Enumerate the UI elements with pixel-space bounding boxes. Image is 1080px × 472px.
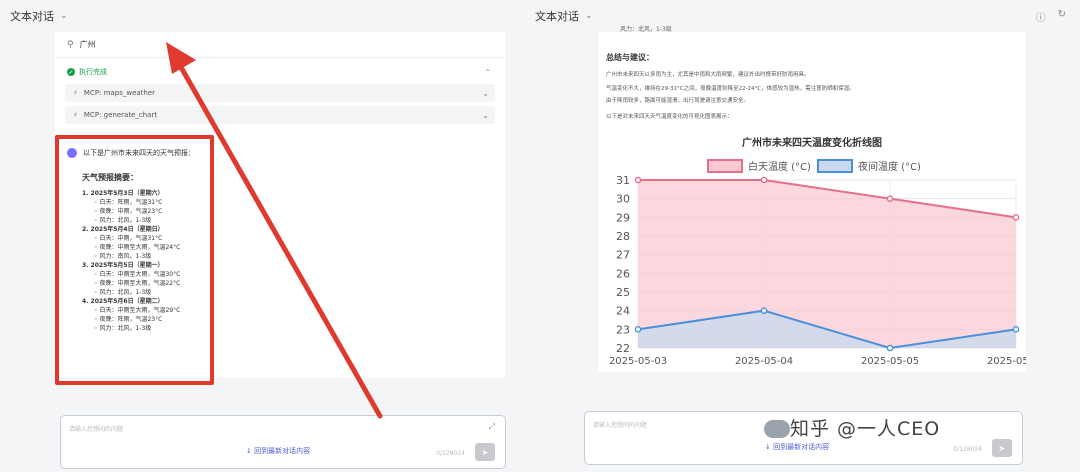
y-tick-label: 22	[616, 342, 630, 355]
tool-icon: ⚡	[73, 111, 78, 119]
check-circle-icon: ✓	[67, 68, 75, 76]
summary-paragraph: 广州市未来四天以多雨为主，尤其是中雨和大雨频繁，建议外出时携带好防雨用具。	[606, 72, 810, 78]
y-tick-label: 23	[616, 323, 630, 336]
y-tick-label: 28	[616, 230, 630, 243]
user-message-row: ⚲ 广州	[55, 32, 505, 58]
user-message: 广州	[79, 40, 96, 49]
y-tick-label: 24	[616, 305, 630, 318]
data-point	[1012, 326, 1020, 333]
refresh-icon[interactable]: ↻	[1058, 9, 1066, 24]
chevron-down-icon[interactable]: ⌄	[60, 11, 68, 21]
chevron-down-icon[interactable]: ⌄	[585, 11, 593, 21]
y-tick-label: 26	[616, 267, 630, 280]
data-point	[634, 176, 642, 184]
watermark: 知乎 @一人CEO	[790, 418, 941, 440]
legend-swatch	[817, 159, 853, 173]
send-icon[interactable]: ➤	[992, 439, 1012, 457]
right-topbar: 文本对话 ⌄ ⓘ ↻	[525, 0, 1080, 32]
data-point	[886, 195, 894, 202]
left-topbar: 文本对话 ⌄	[0, 0, 520, 32]
legend-swatch	[707, 159, 743, 173]
back-to-latest-button[interactable]: ↓ 回到最新对话内容	[246, 446, 310, 456]
chart-title: 广州市未来四天温度变化折线图	[742, 138, 882, 149]
execution-block: ✓ 执行完成 ⌃ ⚡ MCP: maps_weather ⌄ ⚡ MCP: ge…	[63, 64, 497, 124]
left-chat-panel: 文本对话 ⌄ ⚲ 广州 ✓ 执行完成 ⌃ ⚡ MCP: maps_weather…	[0, 0, 520, 472]
back-to-latest-button[interactable]: ↓ 回到最新对话内容	[765, 442, 829, 452]
x-tick-label: 2025-05-03	[609, 356, 667, 367]
mcp-tool-row[interactable]: ⚡ MCP: maps_weather ⌄	[65, 84, 495, 102]
left-title[interactable]: 文本对话	[10, 8, 54, 24]
temperature-chart: 22 23 24 25 26 27 28 29 30 31 2025-05-03 2025-05-04…	[609, 159, 1026, 367]
exec-status-header[interactable]: ✓ 执行完成 ⌃	[63, 64, 497, 80]
x-tick-label: 2025-05-06	[987, 356, 1026, 367]
summary-paragraph: 气温变化不大，维持在29-31°C之间，夜晚温度则降至22-24°C，体感较为湿…	[606, 86, 855, 92]
char-count: 0/128024	[953, 446, 982, 453]
right-title[interactable]: 文本对话	[535, 8, 579, 24]
summary-paragraph: 以下是对未来四天天气温度变化的可视化图表展示：	[606, 114, 733, 120]
input-placeholder: 请输入您想问的问题	[69, 426, 124, 433]
previous-fragment: 风力：北风，1-3级	[620, 26, 672, 33]
summary-title: 总结与建议：	[606, 53, 654, 62]
data-point	[1012, 214, 1020, 221]
legend-label: 夜间温度 (°C)	[858, 160, 921, 173]
x-tick-label: 2025-05-05	[861, 356, 919, 367]
data-point	[760, 176, 768, 184]
expand-icon[interactable]: ⤢	[489, 422, 495, 432]
mcp-tool-label: MCP: maps_weather	[83, 89, 156, 97]
y-tick-label: 29	[616, 211, 630, 224]
x-tick-label: 2025-05-04	[735, 356, 793, 367]
chevron-up-icon[interactable]: ⌃	[484, 68, 491, 77]
y-tick-label: 27	[616, 249, 630, 262]
y-tick-label: 30	[616, 193, 630, 206]
chevron-down-icon[interactable]: ⌄	[482, 89, 489, 98]
send-icon[interactable]: ➤	[475, 443, 495, 461]
user-icon: ⚲	[67, 39, 74, 50]
data-point	[760, 307, 768, 314]
char-count: 0/128024	[436, 450, 465, 457]
left-input-box[interactable]: 请输入您想问的问题 ⤢ ↓ 回到最新对话内容 0/128024 ➤	[60, 415, 506, 469]
legend-label: 白天温度 (°C)	[748, 160, 811, 173]
summary-paragraph: 由于降雨较多，路面可能湿滑，出行驾驶请注意交通安全。	[606, 98, 750, 104]
right-answer-document: 风力：北风，1-3级 总结与建议： 广州市未来四天以多雨为主，尤其是中雨和大雨频…	[598, 26, 1026, 372]
data-point	[634, 326, 642, 333]
annotation-highlight-box	[55, 135, 214, 385]
chevron-down-icon[interactable]: ⌄	[482, 111, 489, 120]
info-icon[interactable]: ⓘ	[1036, 9, 1046, 24]
mcp-tool-row[interactable]: ⚡ MCP: generate_chart ⌄	[65, 106, 495, 124]
data-point	[886, 344, 894, 352]
exec-status: 执行完成	[79, 68, 107, 76]
mcp-tool-label: MCP: generate_chart	[83, 111, 158, 119]
tool-icon: ⚡	[73, 89, 78, 97]
input-placeholder: 请输入您想问的问题	[593, 422, 648, 429]
y-tick-label: 31	[616, 174, 630, 187]
y-tick-label: 25	[616, 286, 630, 299]
